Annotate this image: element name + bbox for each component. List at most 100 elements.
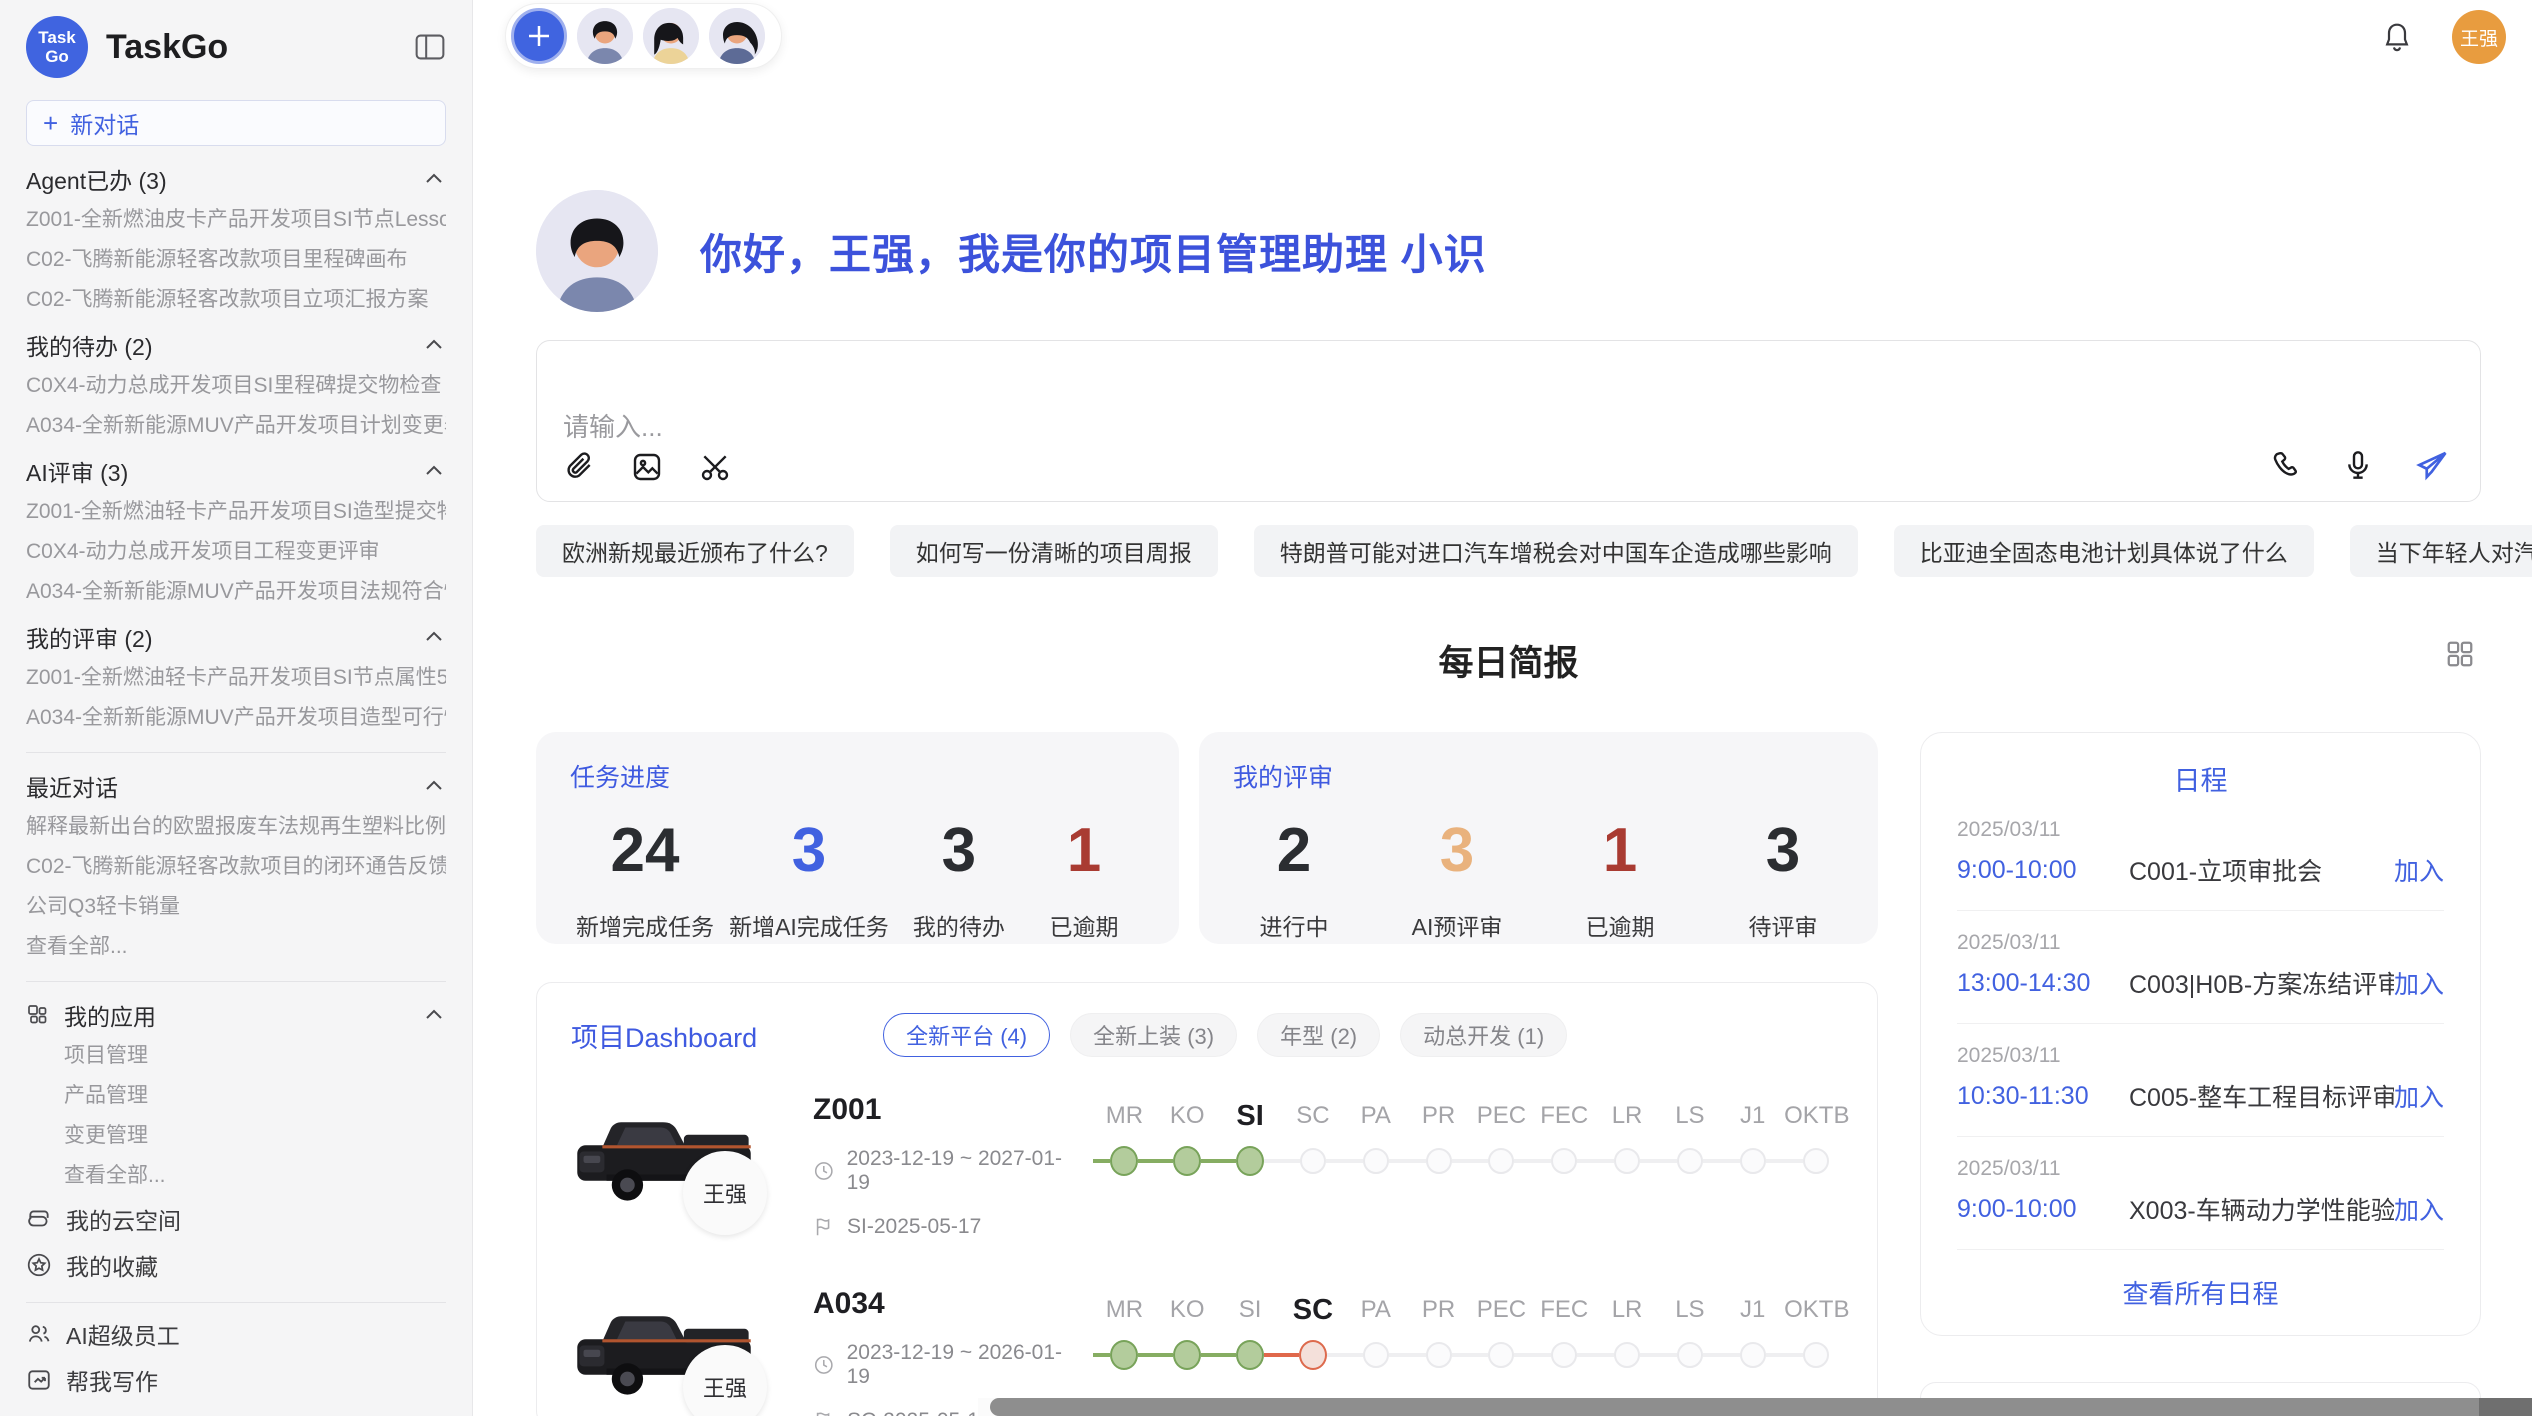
milestone-FEC[interactable]: FEC bbox=[1533, 1099, 1596, 1189]
sidebar-task-item[interactable]: A034-全新新能源MUV产品开发项目造型可行性评审 bbox=[26, 706, 446, 730]
sidebar-group-header-1[interactable]: 我的待办 (2) bbox=[26, 332, 446, 358]
stat-metric[interactable]: 3待评审 bbox=[1728, 816, 1838, 942]
stat-metric[interactable]: 1已逾期 bbox=[1565, 816, 1675, 942]
member-avatar[interactable] bbox=[643, 8, 699, 64]
milestone-LS[interactable]: LS bbox=[1658, 1293, 1721, 1383]
milestone-LS[interactable]: LS bbox=[1658, 1099, 1721, 1189]
suggestion-chip[interactable]: 当下年轻人对汽车外观有怎样的喜好趋势 bbox=[2350, 525, 2532, 577]
recent-conversation-item[interactable]: C02-飞腾新能源轻客改款项目的闭环通告反馈情况 bbox=[26, 855, 446, 879]
event-join-link[interactable]: 加入 bbox=[2394, 965, 2444, 1001]
milestone-PA[interactable]: PA bbox=[1344, 1099, 1407, 1189]
dashboard-tab[interactable]: 全新上装 (3) bbox=[1070, 1013, 1237, 1057]
milestone-J1[interactable]: J1 bbox=[1721, 1293, 1784, 1383]
stat-metric[interactable]: 3我的待办 bbox=[904, 816, 1014, 942]
milestone-LR[interactable]: LR bbox=[1596, 1293, 1659, 1383]
milestone-KO[interactable]: KO bbox=[1156, 1099, 1219, 1189]
app-item[interactable]: 查看全部... bbox=[26, 1164, 446, 1188]
dashboard-tab[interactable]: 年型 (2) bbox=[1257, 1013, 1380, 1057]
milestone-OKTB[interactable]: OKTB bbox=[1784, 1099, 1847, 1189]
stat-metric[interactable]: 24新增完成任务 bbox=[576, 816, 714, 942]
sidebar-item-write[interactable]: 帮我写作 bbox=[26, 1365, 446, 1395]
stat-metric[interactable]: 3新增AI完成任务 bbox=[729, 816, 889, 942]
milestone-J1[interactable]: J1 bbox=[1721, 1099, 1784, 1189]
milestone-PR[interactable]: PR bbox=[1407, 1293, 1470, 1383]
view-all-schedule-link[interactable]: 查看所有日程 bbox=[1957, 1274, 2444, 1311]
dashboard-tab[interactable]: 全新平台 (4) bbox=[883, 1013, 1050, 1057]
sidebar-item-cloud[interactable]: 我的云空间 bbox=[26, 1204, 446, 1234]
sidebar-collapse-icon[interactable] bbox=[414, 33, 446, 61]
milestone-dot bbox=[1236, 1340, 1264, 1370]
send-icon[interactable] bbox=[2414, 447, 2450, 483]
milestone-PEC[interactable]: PEC bbox=[1470, 1293, 1533, 1383]
layout-grid-icon[interactable] bbox=[2445, 639, 2475, 669]
sidebar-task-item[interactable]: C0X4-动力总成开发项目工程变更评审 bbox=[26, 540, 446, 564]
milestone-PR[interactable]: PR bbox=[1407, 1099, 1470, 1189]
member-avatar[interactable] bbox=[577, 8, 633, 64]
dashboard-tab[interactable]: 动总开发 (1) bbox=[1400, 1013, 1567, 1057]
suggestion-chip[interactable]: 如何写一份清晰的项目周报 bbox=[890, 525, 1218, 577]
app-item[interactable]: 产品管理 bbox=[26, 1084, 446, 1108]
recent-conversations-header[interactable]: 最近对话 bbox=[26, 773, 446, 799]
milestone-dot bbox=[1614, 1342, 1640, 1368]
my-apps-header[interactable]: 我的应用 bbox=[26, 1002, 446, 1028]
milestone-PA[interactable]: PA bbox=[1344, 1293, 1407, 1383]
notification-bell-icon[interactable] bbox=[2382, 21, 2412, 53]
stat-metric[interactable]: 3AI预评审 bbox=[1402, 816, 1512, 942]
milestone-OKTB[interactable]: OKTB bbox=[1784, 1293, 1847, 1383]
sidebar-task-item[interactable]: Z001-全新燃油皮卡产品开发项目SI节点Lesson Learn报告 bbox=[26, 208, 446, 232]
milestone-KO[interactable]: KO bbox=[1156, 1293, 1219, 1383]
sidebar-group-header-0[interactable]: Agent已办 (3) bbox=[26, 166, 446, 192]
app-item[interactable]: 项目管理 bbox=[26, 1044, 446, 1068]
event-join-link[interactable]: 加入 bbox=[2394, 1078, 2444, 1114]
event-join-link[interactable]: 加入 bbox=[2394, 852, 2444, 888]
microphone-icon[interactable] bbox=[2342, 449, 2374, 481]
stat-metric[interactable]: 1已逾期 bbox=[1029, 816, 1139, 942]
milestone-SC[interactable]: SC bbox=[1281, 1293, 1344, 1383]
sidebar-task-item[interactable]: Z001-全新燃油轻卡产品开发项目SI节点属性5D文件评审 bbox=[26, 666, 446, 690]
recent-conversation-item[interactable]: 查看全部... bbox=[26, 935, 446, 959]
milestone-MR[interactable]: MR bbox=[1093, 1099, 1156, 1189]
stat-metric[interactable]: 2进行中 bbox=[1239, 816, 1349, 942]
project-code[interactable]: A034 bbox=[813, 1287, 1081, 1321]
sidebar-group-header-3[interactable]: 我的评审 (2) bbox=[26, 624, 446, 650]
milestone-SI[interactable]: SI bbox=[1219, 1099, 1282, 1189]
suggestion-chip[interactable]: 欧洲新规最近颁布了什么? bbox=[536, 525, 854, 577]
sidebar-task-item[interactable]: A034-全新新能源MUV产品开发项目法规符合性评审 bbox=[26, 580, 446, 604]
event-join-link[interactable]: 加入 bbox=[2394, 1191, 2444, 1227]
member-avatar[interactable] bbox=[709, 8, 765, 64]
sidebar-item-pen[interactable]: 创意制图 bbox=[26, 1411, 446, 1416]
new-chat-button[interactable]: + 新对话 bbox=[26, 100, 446, 146]
sidebar-task-item[interactable]: C0X4-动力总成开发项目SI里程碑提交物检查 bbox=[26, 374, 446, 398]
sidebar-item-people[interactable]: AI超级员工 bbox=[26, 1319, 446, 1349]
suggestion-chip[interactable]: 特朗普可能对进口汽车增税会对中国车企造成哪些影响 bbox=[1254, 525, 1858, 577]
milestone-SI[interactable]: SI bbox=[1219, 1293, 1282, 1383]
sidebar-task-item[interactable]: Z001-全新燃油轻卡产品开发项目SI造型提交物评审 bbox=[26, 500, 446, 524]
horizontal-scrollbar-thumb[interactable] bbox=[990, 1398, 2532, 1416]
composer-placeholder: 请输入... bbox=[563, 407, 663, 444]
scrollbar-corner[interactable] bbox=[2479, 1398, 2532, 1416]
add-member-button[interactable] bbox=[511, 8, 567, 64]
scissors-icon[interactable] bbox=[699, 451, 731, 483]
phone-icon[interactable] bbox=[2270, 449, 2302, 481]
milestone-SC[interactable]: SC bbox=[1281, 1099, 1344, 1189]
sidebar-item-star[interactable]: 我的收藏 bbox=[26, 1250, 446, 1280]
image-icon[interactable] bbox=[631, 451, 663, 483]
milestone-LR[interactable]: LR bbox=[1596, 1099, 1659, 1189]
project-thumbnail: 王强 bbox=[571, 1287, 757, 1416]
sidebar-task-item[interactable]: C02-飞腾新能源轻客改款项目立项汇报方案 bbox=[26, 288, 446, 312]
milestone-PEC[interactable]: PEC bbox=[1470, 1099, 1533, 1189]
milestone-FEC[interactable]: FEC bbox=[1533, 1293, 1596, 1383]
attachment-icon[interactable] bbox=[563, 451, 595, 483]
sidebar-group-header-2[interactable]: AI评审 (3) bbox=[26, 458, 446, 484]
recent-conversation-item[interactable]: 解释最新出台的欧盟报废车法规再生塑料比例被调至15%... bbox=[26, 815, 446, 839]
milestone-MR[interactable]: MR bbox=[1093, 1293, 1156, 1383]
sidebar-task-item[interactable]: C02-飞腾新能源轻客改款项目里程碑画布 bbox=[26, 248, 446, 272]
project-code[interactable]: Z001 bbox=[813, 1093, 1081, 1127]
sidebar-task-item[interactable]: A034-全新新能源MUV产品开发项目计划变更表编写 bbox=[26, 414, 446, 438]
user-avatar[interactable]: 王强 bbox=[2452, 10, 2506, 64]
event-date: 2025/03/11 bbox=[1957, 1044, 2444, 1068]
suggestion-chip[interactable]: 比亚迪全固态电池计划具体说了什么 bbox=[1894, 525, 2314, 577]
app-item[interactable]: 变更管理 bbox=[26, 1124, 446, 1148]
message-composer[interactable]: 请输入... bbox=[536, 340, 2481, 502]
recent-conversation-item[interactable]: 公司Q3轻卡销量 bbox=[26, 895, 446, 919]
